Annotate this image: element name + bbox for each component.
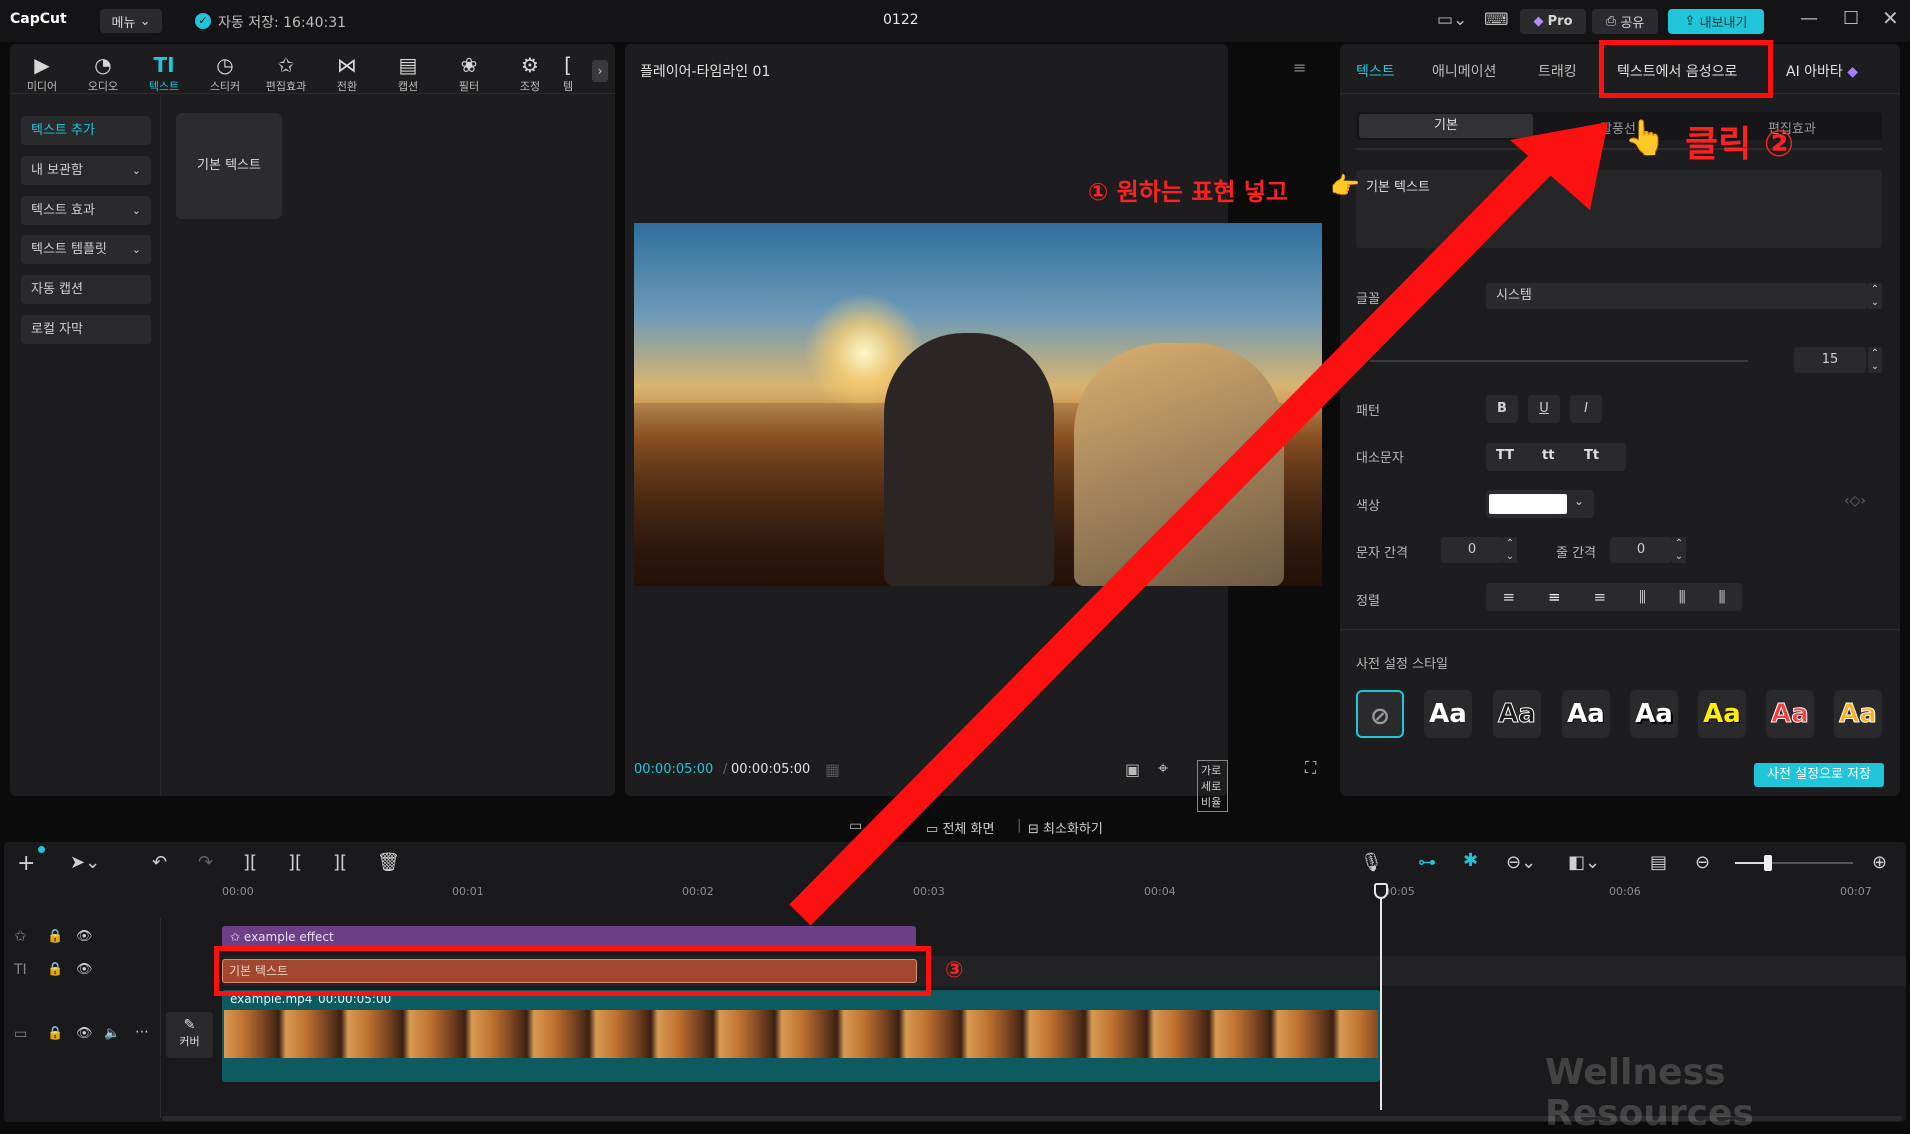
red-arrow-line bbox=[789, 149, 1556, 926]
arrow-overlay bbox=[789, 122, 1608, 926]
annotation-step2: 클릭 ② bbox=[1685, 124, 1795, 165]
annotation-step1: ① 원하는 표현 넣고 bbox=[1088, 178, 1288, 206]
pointing-hand-icon: 👉 bbox=[1330, 172, 1360, 200]
click-hand-icon: 👆 bbox=[1624, 118, 1667, 158]
annotation-step3: ③ bbox=[945, 958, 964, 983]
